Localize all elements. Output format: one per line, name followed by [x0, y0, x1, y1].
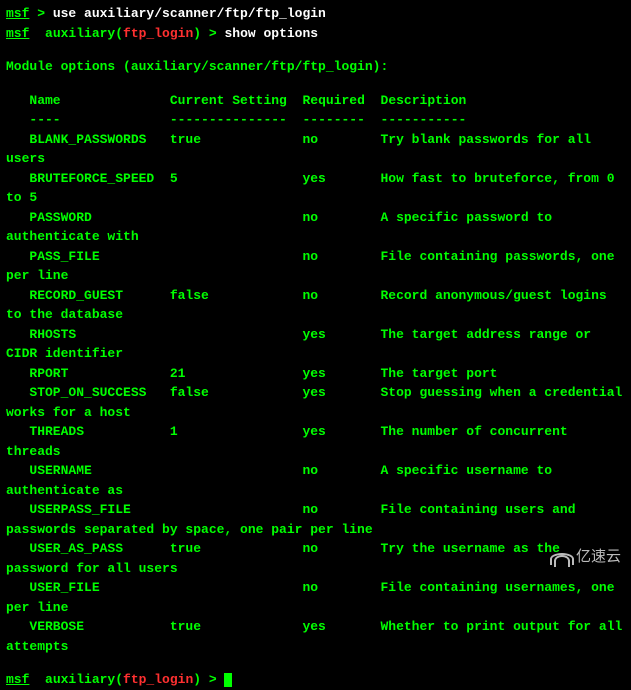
cloud-icon [550, 549, 572, 565]
watermark: 亿速云 [550, 546, 621, 569]
module-name: ftp_login [123, 26, 193, 41]
option-row: PASSWORD no A specific password to authe… [6, 208, 625, 247]
options-list: BLANK_PASSWORDS true no Try blank passwo… [6, 130, 625, 657]
option-row: USERNAME no A specific username to authe… [6, 461, 625, 500]
option-row: VERBOSE true yes Whether to print output… [6, 617, 625, 656]
option-row: BLANK_PASSWORDS true no Try blank passwo… [6, 130, 625, 169]
option-row: USER_AS_PASS true no Try the username as… [6, 539, 625, 578]
option-row: USERPASS_FILE no File containing users a… [6, 500, 625, 539]
auxiliary-label: auxiliary( [45, 672, 123, 687]
option-row: BRUTEFORCE_SPEED 5 yes How fast to brute… [6, 169, 625, 208]
option-row: STOP_ON_SUCCESS false yes Stop guessing … [6, 383, 625, 422]
command-text: use auxiliary/scanner/ftp/ftp_login [53, 6, 326, 21]
option-row: USER_FILE no File containing usernames, … [6, 578, 625, 617]
msf-label: msf [6, 26, 29, 41]
module-options-header: Module options (auxiliary/scanner/ftp/ft… [6, 57, 625, 77]
option-row: THREADS 1 yes The number of concurrent t… [6, 422, 625, 461]
option-row: RPORT 21 yes The target port [6, 364, 625, 384]
prompt-line-3[interactable]: msf auxiliary(ftp_login) > [6, 670, 625, 690]
cursor-icon [224, 673, 232, 687]
msf-label: msf [6, 6, 29, 21]
options-table-header: Name Current Setting Required Descriptio… [6, 91, 625, 111]
prompt-line-1: msf > use auxiliary/scanner/ftp/ftp_logi… [6, 4, 625, 24]
option-row: RHOSTS yes The target address range or C… [6, 325, 625, 364]
command-text: show options [224, 26, 318, 41]
option-row: RECORD_GUEST false no Record anonymous/g… [6, 286, 625, 325]
options-table-dashes: ---- --------------- -------- ----------… [6, 110, 625, 130]
prompt-line-2: msf auxiliary(ftp_login) > show options [6, 24, 625, 44]
auxiliary-label: auxiliary( [45, 26, 123, 41]
option-row: PASS_FILE no File containing passwords, … [6, 247, 625, 286]
msf-label: msf [6, 672, 29, 687]
module-name: ftp_login [123, 672, 193, 687]
